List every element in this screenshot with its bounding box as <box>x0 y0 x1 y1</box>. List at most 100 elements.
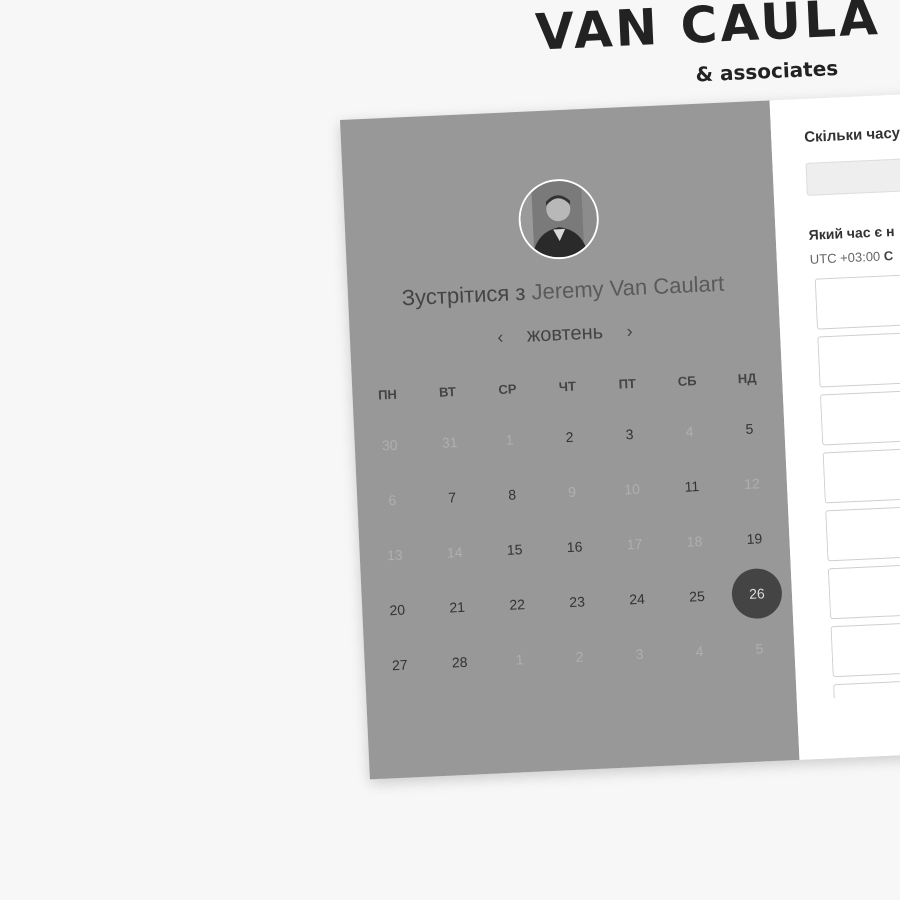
calendar-day-number: 18 <box>686 532 703 550</box>
calendar-day: 10 <box>601 460 663 518</box>
calendar-day-number: 6 <box>388 491 397 508</box>
calendar-day: 4 <box>658 402 720 460</box>
calendar-day-number: 7 <box>447 488 457 505</box>
brand-name: VAN CAULA <box>534 0 882 62</box>
calendar-day-number: 15 <box>506 540 523 558</box>
calendar-day: 4 <box>668 622 730 680</box>
calendar-day: 3 <box>608 625 670 683</box>
calendar-day-number: 30 <box>381 436 398 453</box>
calendar-day[interactable]: 21 <box>426 578 488 636</box>
calendar-day-number: 14 <box>446 543 463 561</box>
calendar-day-number: 21 <box>449 598 466 616</box>
weekday-header: ПТ <box>618 375 637 392</box>
calendar-day-number: 28 <box>451 653 468 670</box>
calendar-day-number: 17 <box>626 535 643 552</box>
weekday-header: ПН <box>377 386 398 403</box>
calendar-day-number: 2 <box>575 648 584 665</box>
calendar-day-number: 13 <box>386 546 403 563</box>
calendar-day-number: 3 <box>625 425 634 442</box>
host-photo <box>519 179 599 259</box>
calendar-day-number: 26 <box>730 566 783 620</box>
calendar-day: 1 <box>478 410 540 468</box>
calendar-day-number: 2 <box>565 428 574 445</box>
chevron-left-icon[interactable]: ‹ <box>485 326 516 348</box>
time-slot-button[interactable] <box>830 609 900 678</box>
calendar-day-number: 4 <box>695 642 704 659</box>
calendar-day-number: 9 <box>567 483 577 500</box>
time-question: Який час є н <box>808 222 895 243</box>
calendar-day: 14 <box>423 523 485 581</box>
weekday-header: ЧТ <box>558 378 577 395</box>
calendar-day-number: 19 <box>746 529 763 547</box>
calendar-day[interactable]: 24 <box>606 570 668 628</box>
calendar-day: 5 <box>728 619 790 677</box>
calendar-day-number: 8 <box>507 485 517 503</box>
time-slot-button[interactable] <box>814 261 900 330</box>
weekday-header: ВТ <box>438 384 457 400</box>
calendar-day: 17 <box>603 515 665 573</box>
calendar-day-number: 3 <box>635 645 644 662</box>
calendar-grid: ПН ВТ СР ЧТ ПТ СБ НД 30 31 1 2 3 4 5 6 7 8 9 10 11 12 13 14 15 1… <box>357 355 791 693</box>
time-slot-list <box>814 261 900 699</box>
time-slot-button[interactable] <box>825 493 900 562</box>
calendar-day[interactable]: 19 <box>723 509 785 567</box>
host-name: Jeremy Van Caulart <box>530 270 725 305</box>
calendar-day-number: 23 <box>568 592 586 610</box>
calendar-day-number: 4 <box>685 422 694 440</box>
calendar-day[interactable]: 22 <box>486 575 548 633</box>
calendar-day: 9 <box>541 463 603 521</box>
calendar-day-number: 25 <box>688 587 706 605</box>
calendar-day-number: 24 <box>628 590 646 607</box>
calendar-day[interactable]: 25 <box>666 567 728 625</box>
calendar-day[interactable]: 15 <box>483 520 545 578</box>
month-navigation: ‹ жовтень › <box>350 313 781 355</box>
calendar-day: 31 <box>418 413 480 471</box>
calendar-day: 6 <box>361 471 423 529</box>
calendar-day-number: 5 <box>755 639 764 657</box>
calendar-day-number: 10 <box>623 480 641 497</box>
calendar-day: 12 <box>721 454 783 512</box>
calendar-day-selected[interactable]: 26 <box>726 564 788 622</box>
weekday-header: НД <box>737 370 757 387</box>
time-slot-button[interactable] <box>827 551 900 620</box>
timezone-city: C <box>883 248 894 264</box>
calendar-day[interactable]: 2 <box>538 408 600 466</box>
calendar-day[interactable]: 20 <box>366 581 428 639</box>
calendar-day-number: 1 <box>505 430 514 448</box>
calendar-day: 2 <box>548 627 610 685</box>
calendar-day[interactable]: 11 <box>661 457 723 515</box>
calendar-day[interactable]: 8 <box>481 465 543 523</box>
calendar-day: 30 <box>359 416 421 474</box>
calendar-day[interactable]: 3 <box>598 405 660 463</box>
calendar-day[interactable]: 7 <box>421 468 483 526</box>
calendar-panel: Зустрітися з Jeremy Van Caulart ‹ жовтен… <box>340 100 800 780</box>
timezone-offset: UTC +03:00 <box>809 248 881 267</box>
calendar-day-number: 22 <box>508 595 526 613</box>
timezone-label: UTC +03:00 C <box>809 248 893 267</box>
calendar-day[interactable]: 23 <box>546 572 608 630</box>
duration-select[interactable] <box>805 145 900 196</box>
scheduler-card: Зустрітися з Jeremy Van Caulart ‹ жовтен… <box>340 82 900 780</box>
calendar-day[interactable]: 5 <box>718 399 780 457</box>
calendar-day[interactable]: 27 <box>369 636 431 694</box>
chevron-right-icon[interactable]: › <box>614 320 645 342</box>
meeting-heading: Зустрітися з Jeremy Van Caulart <box>348 268 779 313</box>
calendar-day: 13 <box>364 526 426 584</box>
calendar-day-number: 27 <box>391 656 408 673</box>
calendar-day-number: 1 <box>515 650 524 668</box>
calendar-day-number: 12 <box>743 474 761 492</box>
weekday-header: СБ <box>677 373 697 389</box>
time-slot-button[interactable] <box>817 319 900 388</box>
calendar-day[interactable]: 28 <box>428 633 490 691</box>
meeting-prefix: Зустрітися з <box>401 279 526 311</box>
calendar-day-number: 5 <box>745 420 754 437</box>
brand-logo: VAN CAULA & associates <box>528 0 900 100</box>
time-slot-button[interactable] <box>822 435 900 504</box>
calendar-day-number: 11 <box>684 477 700 495</box>
month-label: жовтень <box>526 321 604 347</box>
calendar-day[interactable]: 16 <box>543 517 605 575</box>
time-slot-button[interactable] <box>819 377 900 446</box>
calendar-day: 18 <box>663 512 725 570</box>
duration-question: Скільки часу <box>803 124 900 146</box>
calendar-day: 1 <box>488 630 550 688</box>
